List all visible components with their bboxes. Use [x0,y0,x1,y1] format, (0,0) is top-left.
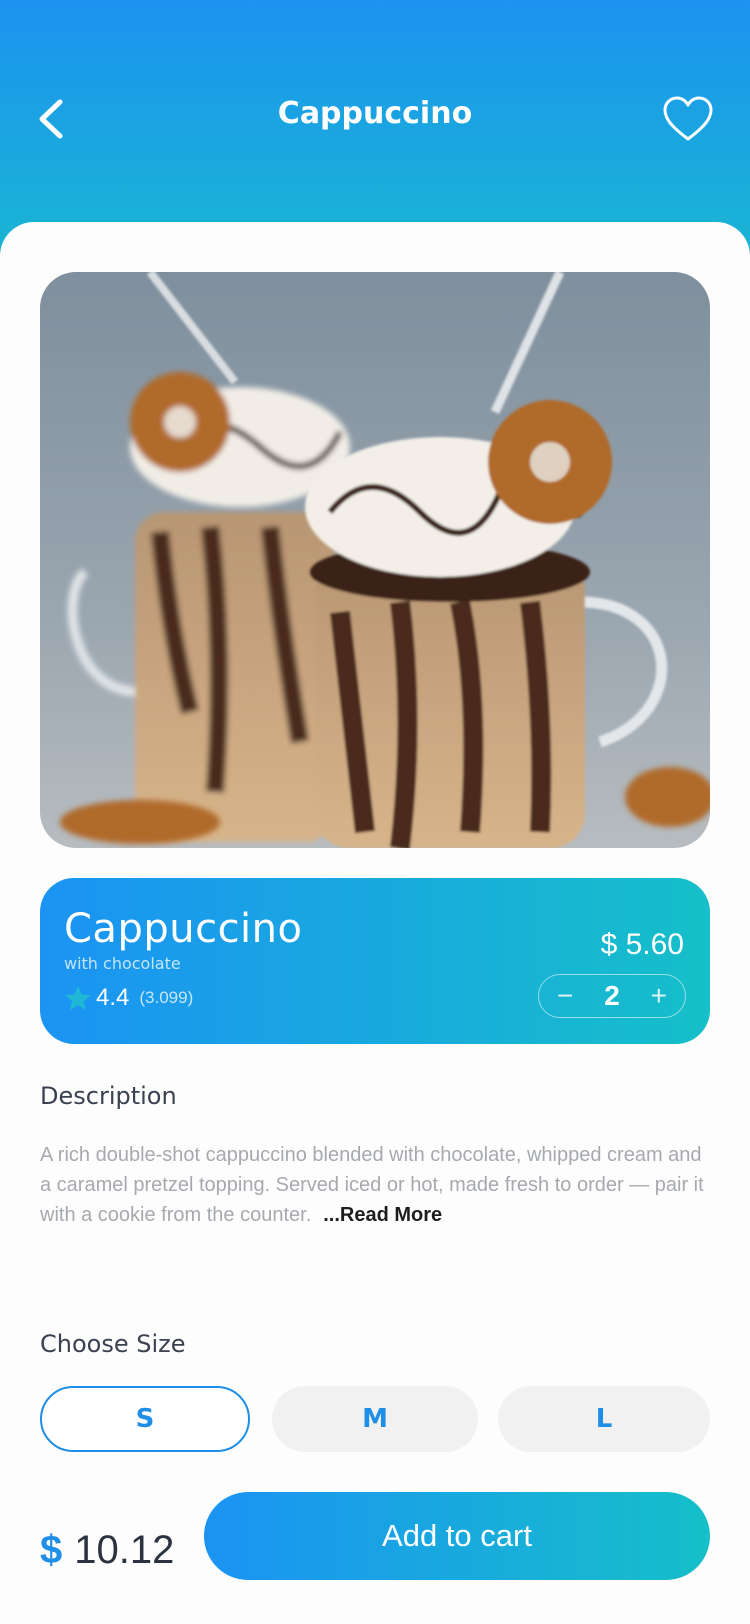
page-title: Cappuccino [277,96,473,131]
size-option-s[interactable]: S [40,1386,250,1452]
quantity-value: 2 [604,980,620,1011]
read-more-link[interactable]: ...Read More [323,1204,442,1226]
product-image [40,272,710,848]
description-text-block: A rich double-shot cappuccino blended wi… [40,1140,710,1230]
product-name: Cappuccino [64,906,303,952]
total-price: $ 10.12 [40,1528,174,1573]
heart-outline-icon [663,96,713,141]
size-heading: Choose Size [40,1330,186,1358]
star-icon [65,986,91,1010]
detail-sheet: Cappuccino with chocolate 4.4 (3.099) $ … [0,222,750,1624]
decrease-quantity-button[interactable]: − [557,982,573,1010]
add-to-cart-button[interactable]: Add to cart [204,1492,710,1580]
currency-symbol: $ [40,1528,63,1572]
size-option-m[interactable]: M [272,1386,478,1452]
header-bar: Cappuccino [0,0,750,260]
description-heading: Description [40,1082,177,1110]
product-subtitle: with chocolate [64,954,181,973]
increase-quantity-button[interactable]: + [651,982,667,1010]
product-photo [40,272,710,848]
rating-count: (3.099) [139,988,194,1007]
size-option-l[interactable]: L [498,1386,710,1452]
favorite-button[interactable] [662,95,714,143]
size-selector: S M L [40,1386,710,1452]
quantity-stepper: − 2 + [538,974,686,1018]
rating-value: 4.4 [96,984,130,1011]
product-info-card: Cappuccino with chocolate 4.4 (3.099) $ … [40,878,710,1044]
rating-row: 4.4 (3.099) [64,982,193,1014]
product-price: $ 5.60 [600,928,684,961]
total-amount: 10.12 [74,1528,175,1572]
